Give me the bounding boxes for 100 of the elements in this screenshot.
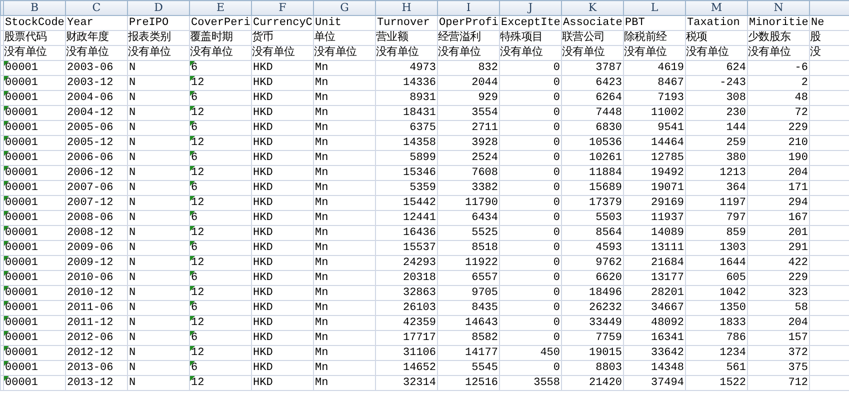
- table-cell-text: 2711: [470, 121, 498, 135]
- table-cell: PBT: [624, 16, 686, 30]
- table-cell-text: Mn: [315, 91, 330, 105]
- table-cell-text: 26232: [588, 301, 622, 315]
- table-cell-text: 797: [725, 211, 746, 225]
- table-cell-text: N: [129, 91, 137, 105]
- table-cell-text: 5545: [470, 361, 498, 375]
- table-cell-text: 00001: [5, 121, 40, 135]
- table-cell-text: 0: [552, 271, 560, 285]
- table-cell-text: 6: [191, 331, 199, 345]
- table-cell-text: HKD: [253, 91, 274, 105]
- table-cell-text: 7608: [470, 166, 498, 180]
- table-cell: Associate: [562, 16, 624, 30]
- column-header[interactable]: G: [314, 0, 376, 16]
- table-cell-text: 9705: [470, 286, 498, 300]
- table-cell-text: 364: [725, 181, 746, 195]
- column-header[interactable]: K: [562, 0, 624, 16]
- column-header[interactable]: D: [128, 0, 190, 16]
- table-cell-text: HKD: [253, 181, 274, 195]
- table-cell-text: Mn: [315, 316, 330, 330]
- table-cell-text: Mn: [315, 346, 330, 360]
- table-cell-text: N: [129, 286, 137, 300]
- table-cell-text: 2003-06: [67, 61, 114, 75]
- column-header[interactable]: N: [748, 0, 810, 16]
- table-cell-text: 34667: [650, 301, 684, 315]
- table-cell-text: 14464: [650, 136, 684, 150]
- table-cell-text: 14336: [402, 76, 436, 90]
- table-cell-text: 144: [725, 121, 746, 135]
- table-cell-text: HKD: [253, 151, 274, 165]
- table-cell-text: 42359: [402, 316, 436, 330]
- table-cell-text: HKD: [253, 241, 274, 255]
- table-cell-text: 0: [552, 106, 560, 120]
- table-cell-text: 6: [191, 211, 199, 225]
- table-cell-text: N: [129, 106, 137, 120]
- table-cell-text: 229: [787, 121, 808, 135]
- column-header[interactable]: H: [376, 0, 438, 16]
- table-cell-text: N: [129, 256, 137, 270]
- table-cell-text: 6: [191, 271, 199, 285]
- table-cell-text: 10536: [588, 136, 622, 150]
- table-cell-text: 2006-12: [67, 166, 114, 180]
- table-cell-text: 12: [191, 136, 206, 150]
- table-cell-text: HKD: [253, 316, 274, 330]
- table-cell: 没有单位: [624, 46, 686, 60]
- table-cell-text: 00001: [5, 106, 40, 120]
- column-header[interactable]: L: [624, 0, 686, 16]
- table-cell-text: Mn: [315, 241, 330, 255]
- table-cell-text: 5503: [594, 211, 622, 225]
- column-header[interactable]: J: [500, 0, 562, 16]
- column-header[interactable]: E: [190, 0, 252, 16]
- table-cell-text: HKD: [253, 331, 274, 345]
- table-cell-text: 15689: [588, 181, 622, 195]
- table-cell-text: 00001: [5, 91, 40, 105]
- table-cell-text: N: [129, 361, 137, 375]
- table-cell: 没有单位: [252, 46, 314, 60]
- table-cell-text: 00001: [5, 301, 40, 315]
- table-cell-text: N: [129, 271, 137, 285]
- table-cell-text: 2013-06: [67, 361, 114, 375]
- table-cell-text: 14652: [402, 361, 436, 375]
- table-cell-text: 7448: [594, 106, 622, 120]
- table-cell-text: 3382: [470, 181, 498, 195]
- table-cell-text: 2010-06: [67, 271, 114, 285]
- table-cell-text: 2008-06: [67, 211, 114, 225]
- table-cell-text: 2005-06: [67, 121, 114, 135]
- column-header[interactable]: B: [4, 0, 66, 16]
- table-cell-text: 20318: [402, 271, 436, 285]
- table-cell: 没有单位: [438, 46, 500, 60]
- table-cell-text: 15537: [402, 241, 436, 255]
- table-cell-text: 16436: [402, 226, 436, 240]
- table-cell-text: 157: [787, 331, 808, 345]
- table-cell: 财政年度: [66, 30, 128, 46]
- column-header[interactable]: C: [66, 0, 128, 16]
- table-cell-text: HKD: [253, 256, 274, 270]
- table-cell-text: N: [129, 211, 137, 225]
- table-cell: StockCode: [4, 16, 66, 30]
- table-cell-text: 8564: [594, 226, 622, 240]
- table-cell-text: HKD: [253, 361, 274, 375]
- table-cell-text: 229: [787, 271, 808, 285]
- column-header[interactable]: M: [686, 0, 748, 16]
- table-cell-text: Mn: [315, 256, 330, 270]
- table-cell-text: N: [129, 241, 137, 255]
- table-cell-text: 0: [552, 316, 560, 330]
- table-cell-text: HKD: [253, 136, 274, 150]
- table-cell-text: 308: [725, 91, 746, 105]
- column-header[interactable]: I: [438, 0, 500, 16]
- table-cell-text: 2006-06: [67, 151, 114, 165]
- table-cell-text: N: [129, 76, 137, 90]
- table-cell-text: 00001: [5, 361, 40, 375]
- table-cell: 单位: [314, 30, 376, 46]
- table-cell-text: 12: [191, 226, 206, 240]
- table-cell-text: N: [129, 316, 137, 330]
- table-cell-text: 6: [191, 361, 199, 375]
- table-cell-text: HKD: [253, 166, 274, 180]
- table-cell-text: 2007-12: [67, 196, 114, 210]
- column-header[interactable]: F: [252, 0, 314, 16]
- table-cell-text: 29169: [650, 196, 684, 210]
- table-cell-text: 12: [191, 166, 206, 180]
- table-cell-text: HKD: [253, 376, 274, 390]
- table-cell-text: 422: [787, 256, 808, 270]
- table-cell: Unit: [314, 16, 376, 30]
- table-cell-text: Mn: [315, 286, 330, 300]
